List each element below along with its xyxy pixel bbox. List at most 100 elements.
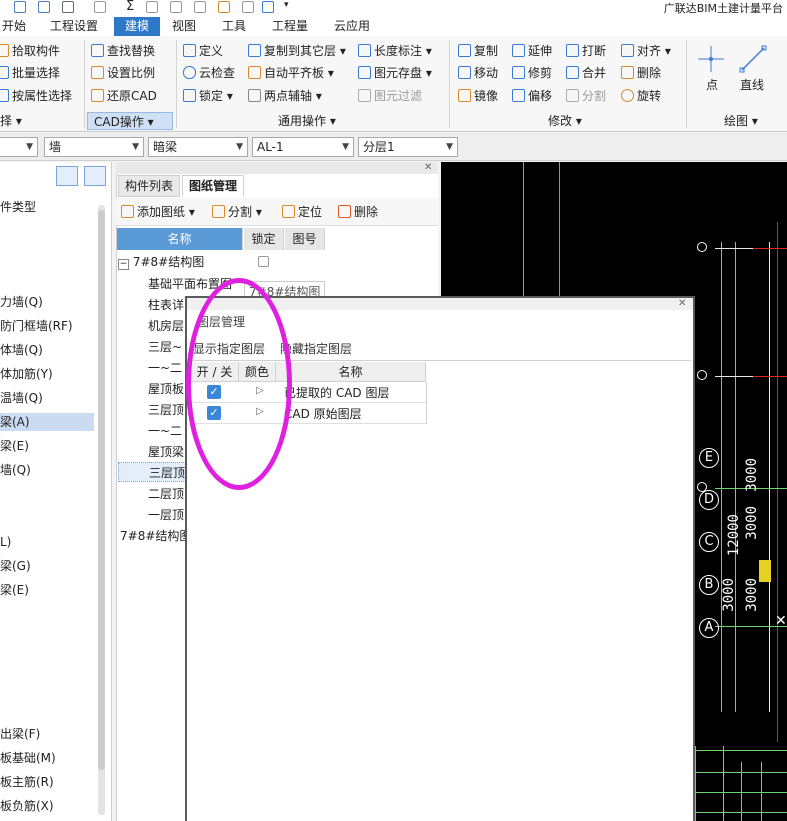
point-draw-icon[interactable] bbox=[696, 44, 726, 74]
drawing-row[interactable]: 柱表详 bbox=[148, 295, 184, 315]
tree-item[interactable]: L) bbox=[0, 533, 11, 551]
table-icon[interactable] bbox=[194, 1, 206, 13]
element-filter-button[interactable]: 图元过滤 bbox=[358, 87, 422, 105]
tree-item[interactable]: 体墙(Q) bbox=[0, 341, 43, 359]
save-element-button[interactable]: 图元存盘 ▾ bbox=[358, 64, 432, 82]
sum-icon[interactable]: Σ bbox=[126, 0, 134, 14]
drawing-row[interactable]: 一~二 bbox=[148, 421, 182, 441]
tab-start[interactable]: 开始 bbox=[0, 17, 34, 36]
batch-select-button[interactable]: 批量选择 bbox=[0, 64, 60, 82]
tree-item[interactable]: 防门框墙(RF) bbox=[0, 317, 73, 335]
drawing-row[interactable]: 三层~ bbox=[148, 337, 182, 357]
tree-item[interactable]: 板主筋(R) bbox=[0, 773, 54, 791]
drawing-row[interactable]: 三层顶 bbox=[148, 400, 184, 420]
tree-item[interactable]: 板基础(M) bbox=[0, 749, 56, 767]
component-type-dropdown[interactable]: 墙 ▼ bbox=[44, 137, 144, 157]
select-by-property-button[interactable]: 按属性选择 bbox=[0, 87, 72, 105]
sub-type-dropdown[interactable]: 暗梁 ▼ bbox=[148, 137, 248, 157]
tree-item[interactable]: 出梁(F) bbox=[0, 725, 40, 743]
tab-component-list[interactable]: 构件列表 bbox=[118, 175, 181, 197]
tab-quantities[interactable]: 工程量 bbox=[264, 17, 316, 36]
tree-item[interactable]: 体加筋(Y) bbox=[0, 365, 53, 383]
collapse-icon[interactable]: − bbox=[118, 259, 129, 270]
report-icon[interactable] bbox=[146, 1, 158, 13]
tree-item[interactable]: 墙(Q) bbox=[0, 461, 31, 479]
component-name-dropdown[interactable]: AL-1 ▼ bbox=[252, 137, 354, 157]
layer-dropdown[interactable]: 分层1 ▼ bbox=[358, 137, 458, 157]
select-group-label[interactable]: 择 ▾ bbox=[0, 112, 22, 130]
category-dropdown[interactable]: ▼ bbox=[0, 137, 38, 157]
align-button[interactable]: 对齐 ▾ bbox=[621, 42, 671, 60]
tree-item[interactable]: 力墙(Q) bbox=[0, 293, 43, 311]
left-scrollbar-thumb[interactable] bbox=[98, 210, 105, 770]
break-button[interactable]: 打断 bbox=[566, 42, 606, 60]
pick-component-button[interactable]: 拾取构件 bbox=[0, 42, 60, 60]
grid-icon[interactable] bbox=[242, 1, 254, 13]
add-drawing-button[interactable]: 添加图纸 ▾ bbox=[121, 203, 195, 221]
line-label[interactable]: 直线 bbox=[740, 76, 764, 94]
set-scale-button[interactable]: 设置比例 bbox=[91, 64, 155, 82]
tree-item[interactable]: 梁(E) bbox=[0, 437, 29, 455]
drawing-row[interactable]: 屋顶梁 bbox=[148, 442, 184, 462]
offset-button[interactable]: 偏移 bbox=[512, 87, 552, 105]
preview-icon[interactable] bbox=[170, 1, 182, 13]
move-button[interactable]: 移动 bbox=[458, 64, 498, 82]
drawing-row[interactable]: 二层顶 bbox=[148, 484, 184, 504]
copy-button[interactable]: 复制 bbox=[458, 42, 498, 60]
tree-item[interactable]: 温墙(Q) bbox=[0, 389, 43, 407]
line-draw-icon[interactable] bbox=[738, 44, 768, 74]
length-dimension-button[interactable]: 长度标注 ▾ bbox=[358, 42, 432, 60]
drawing-root-row[interactable]: − 7#8#结构图 bbox=[118, 252, 204, 272]
tree-item-selected[interactable]: 梁(A) bbox=[0, 413, 94, 431]
detail-view-icon[interactable] bbox=[84, 166, 106, 186]
split-button[interactable]: 分割 bbox=[566, 87, 606, 105]
drawing-row[interactable]: 一层顶 bbox=[148, 505, 184, 525]
auto-flush-slab-button[interactable]: 自动平齐板 ▾ bbox=[248, 64, 334, 82]
cloud-check-button[interactable]: 云检查 bbox=[183, 64, 235, 82]
list-view-icon[interactable] bbox=[56, 166, 78, 186]
drawing-row[interactable]: 机房层 bbox=[148, 316, 184, 336]
find-replace-button[interactable]: 查找替换 bbox=[91, 42, 155, 60]
lock-icon[interactable] bbox=[258, 256, 269, 267]
tree-item[interactable]: 板负筋(X) bbox=[0, 797, 54, 815]
new-file-icon[interactable] bbox=[14, 1, 26, 13]
restore-cad-button[interactable]: 还原CAD bbox=[91, 87, 157, 105]
lock-button[interactable]: 锁定 ▾ bbox=[183, 87, 233, 105]
tree-item[interactable]: 梁(G) bbox=[0, 557, 31, 575]
mirror-button[interactable]: 镜像 bbox=[458, 87, 498, 105]
tab-cloud-apps[interactable]: 云应用 bbox=[326, 17, 378, 36]
column-header-lock[interactable]: 锁定 bbox=[244, 228, 284, 250]
locate-drawing-button[interactable]: 定位 bbox=[282, 203, 322, 221]
edit-icon[interactable] bbox=[218, 1, 230, 13]
common-operations-group-label[interactable]: 通用操作 ▾ bbox=[278, 112, 336, 130]
tab-tools[interactable]: 工具 bbox=[214, 17, 254, 36]
tab-drawing-management[interactable]: 图纸管理 bbox=[182, 175, 245, 197]
column-header-name[interactable]: 名称 bbox=[117, 228, 243, 250]
delete-button[interactable]: 删除 bbox=[621, 64, 661, 82]
copy-to-other-floor-button[interactable]: 复制到其它层 ▾ bbox=[248, 42, 346, 60]
cad-operations-group-label[interactable]: CAD操作 ▾ bbox=[87, 112, 173, 130]
layer-column-name[interactable]: 名称 bbox=[276, 362, 426, 382]
tree-item[interactable]: 梁(E) bbox=[0, 581, 29, 599]
delete-drawing-button[interactable]: 删除 bbox=[338, 203, 378, 221]
rotate-button[interactable]: 旋转 bbox=[621, 87, 661, 105]
define-button[interactable]: 定义 bbox=[183, 42, 223, 60]
hide-layer-button[interactable]: 隐藏指定图层 bbox=[280, 340, 352, 357]
redo-icon[interactable] bbox=[94, 1, 106, 13]
close-icon[interactable]: ✕ bbox=[424, 162, 432, 173]
trim-button[interactable]: 修剪 bbox=[512, 64, 552, 82]
merge-button[interactable]: 合并 bbox=[566, 64, 606, 82]
drawing-row[interactable]: 屋顶板 bbox=[148, 379, 184, 399]
drawing-row-selected[interactable]: 三层顶 bbox=[118, 462, 186, 482]
open-file-icon[interactable] bbox=[38, 1, 50, 13]
tab-view[interactable]: 视图 bbox=[164, 17, 204, 36]
export-icon[interactable] bbox=[262, 1, 274, 13]
column-header-number[interactable]: 图号 bbox=[285, 228, 325, 250]
modify-group-label[interactable]: 修改 ▾ bbox=[548, 112, 582, 130]
customize-qat-icon[interactable]: ▾ bbox=[284, 0, 289, 10]
drawing-row[interactable]: 一~二 bbox=[148, 358, 182, 378]
draw-group-label[interactable]: 绘图 ▾ bbox=[724, 112, 758, 130]
point-label[interactable]: 点 bbox=[706, 76, 718, 94]
undo-icon[interactable] bbox=[62, 1, 74, 13]
split-drawing-button[interactable]: 分割 ▾ bbox=[212, 203, 262, 221]
